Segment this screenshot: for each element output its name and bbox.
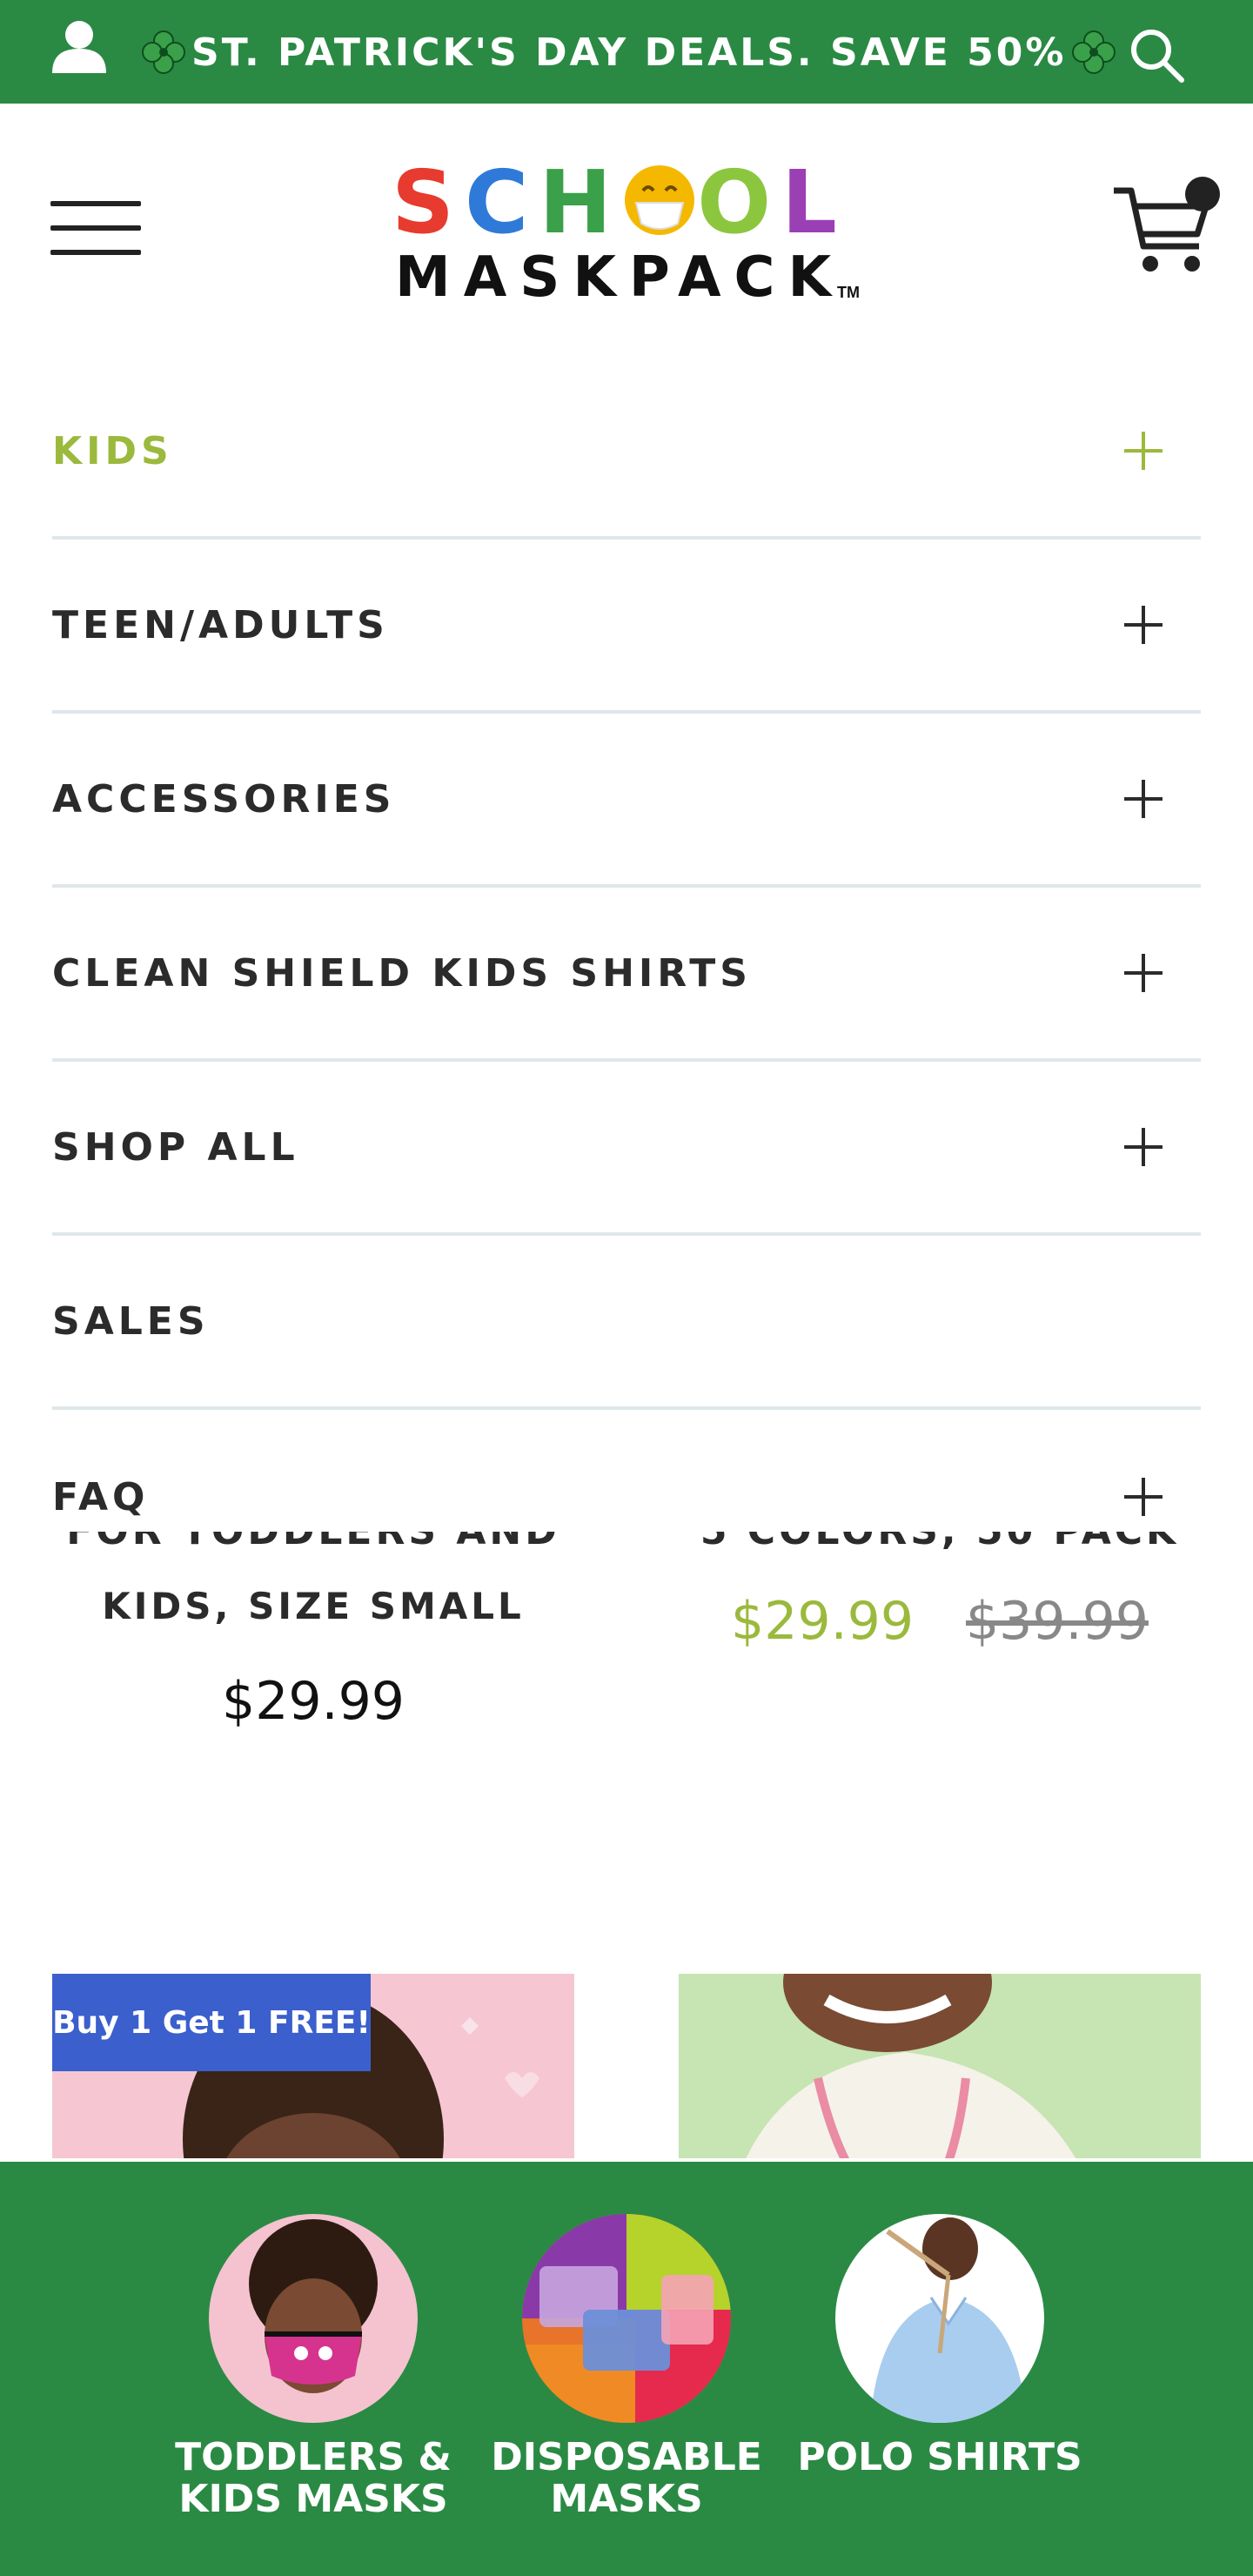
category-label: DISPOSABLE MASKS xyxy=(491,2435,762,2521)
category-image[interactable] xyxy=(835,2214,1044,2423)
search-icon[interactable] xyxy=(1128,26,1185,84)
plus-icon[interactable] xyxy=(1124,606,1163,644)
cart-count-dot xyxy=(1185,177,1220,211)
plus-icon[interactable] xyxy=(1124,780,1163,818)
logo-wordmark-top: S C H O L xyxy=(392,151,848,253)
polo-shirt-photo xyxy=(870,2217,1027,2423)
menu-item-shop-all[interactable]: SHOP ALL xyxy=(52,1062,1201,1236)
child-photo-placeholder xyxy=(746,1974,1076,2158)
product-card[interactable]: FOR TODDLERS AND KIDS, SIZE SMALL $29.99 xyxy=(52,1532,574,1732)
product-price: $29.99 xyxy=(222,1671,405,1732)
menu-item-label: KIDS xyxy=(52,428,173,473)
product-title-partial: FOR TODDLERS AND xyxy=(52,1532,574,1556)
menu-item-label: SALES xyxy=(52,1298,210,1344)
menu-item-accessories[interactable]: ACCESSORIES xyxy=(52,714,1201,888)
menu-item-sales[interactable]: SALES xyxy=(52,1236,1201,1410)
plus-icon[interactable] xyxy=(1124,1478,1163,1516)
disposable-masks-photo xyxy=(522,2214,731,2423)
product-card[interactable]: 5 COLORS, 50 PACK $29.99 $39.99 xyxy=(679,1532,1201,1652)
promo-text: ST. PATRICK'S DAY DEALS. SAVE 50% xyxy=(191,30,1067,75)
category-label: TODDLERS & KIDS MASKS xyxy=(175,2435,452,2521)
trademark-mark: TM xyxy=(837,284,860,301)
kid-mask-photo xyxy=(249,2219,378,2393)
smiley-mask-icon xyxy=(622,157,697,244)
menu-toggle-button[interactable] xyxy=(50,198,141,258)
plus-icon[interactable] xyxy=(1124,954,1163,992)
product-title[interactable]: KIDS, SIZE SMALL xyxy=(52,1580,574,1633)
site-header: S C H O L MASKPACK TM xyxy=(0,104,1253,345)
product-title-partial: 5 COLORS, 50 PACK xyxy=(679,1532,1201,1556)
promo-badge: Buy 1 Get 1 FREE! xyxy=(52,1974,371,2071)
promo-banner[interactable]: ST. PATRICK'S DAY DEALS. SAVE 50% xyxy=(139,24,1116,80)
category-label: POLO SHIRTS xyxy=(797,2435,1082,2479)
menu-item-label: FAQ xyxy=(52,1474,150,1519)
product-grid: FOR TODDLERS AND KIDS, SIZE SMALL $29.99… xyxy=(0,1532,1253,2158)
clover-icon xyxy=(142,30,185,74)
category-disposable-masks[interactable]: DISPOSABLE MASKS xyxy=(483,2214,770,2520)
menu-item-label: CLEAN SHIELD KIDS SHIRTS xyxy=(52,950,752,996)
menu-item-label: SHOP ALL xyxy=(52,1124,299,1170)
category-bar: TODDLERS & KIDS MASKS DISPOSABLE MASKS P… xyxy=(0,2162,1253,2576)
menu-item-label: TEEN/ADULTS xyxy=(52,602,389,647)
menu-item-clean-shield-kids-shirts[interactable]: CLEAN SHIELD KIDS SHIRTS xyxy=(52,888,1201,1062)
sale-price: $29.99 xyxy=(731,1591,914,1652)
plus-icon[interactable] xyxy=(1124,1128,1163,1166)
original-price: $39.99 xyxy=(966,1591,1149,1652)
announcement-bar: ST. PATRICK'S DAY DEALS. SAVE 50% xyxy=(0,0,1253,104)
mobile-nav-menu: KIDS TEEN/ADULTS ACCESSORIES CLEAN SHIEL… xyxy=(52,366,1201,1584)
menu-item-kids[interactable]: KIDS xyxy=(52,366,1201,540)
cart-icon[interactable] xyxy=(1110,177,1223,281)
product-price-row: $29.99 $39.99 xyxy=(679,1591,1201,1652)
clover-icon xyxy=(1072,30,1116,74)
plus-icon[interactable] xyxy=(1124,432,1163,470)
menu-item-label: ACCESSORIES xyxy=(52,776,396,822)
product-image[interactable]: Buy 1 Get 1 FREE! xyxy=(52,1974,574,2158)
category-polo-shirts[interactable]: POLO SHIRTS xyxy=(796,2214,1083,2479)
site-logo[interactable]: S C H O L MASKPACK TM xyxy=(383,151,870,310)
category-image[interactable] xyxy=(522,2214,731,2423)
category-image[interactable] xyxy=(209,2214,418,2423)
menu-item-teen-adults[interactable]: TEEN/ADULTS xyxy=(52,540,1201,714)
category-toddlers-kids-masks[interactable]: TODDLERS & KIDS MASKS xyxy=(170,2214,457,2520)
product-image[interactable] xyxy=(679,1974,1201,2158)
logo-wordmark-bottom: MASKPACK xyxy=(395,245,845,310)
account-icon[interactable] xyxy=(49,19,110,73)
